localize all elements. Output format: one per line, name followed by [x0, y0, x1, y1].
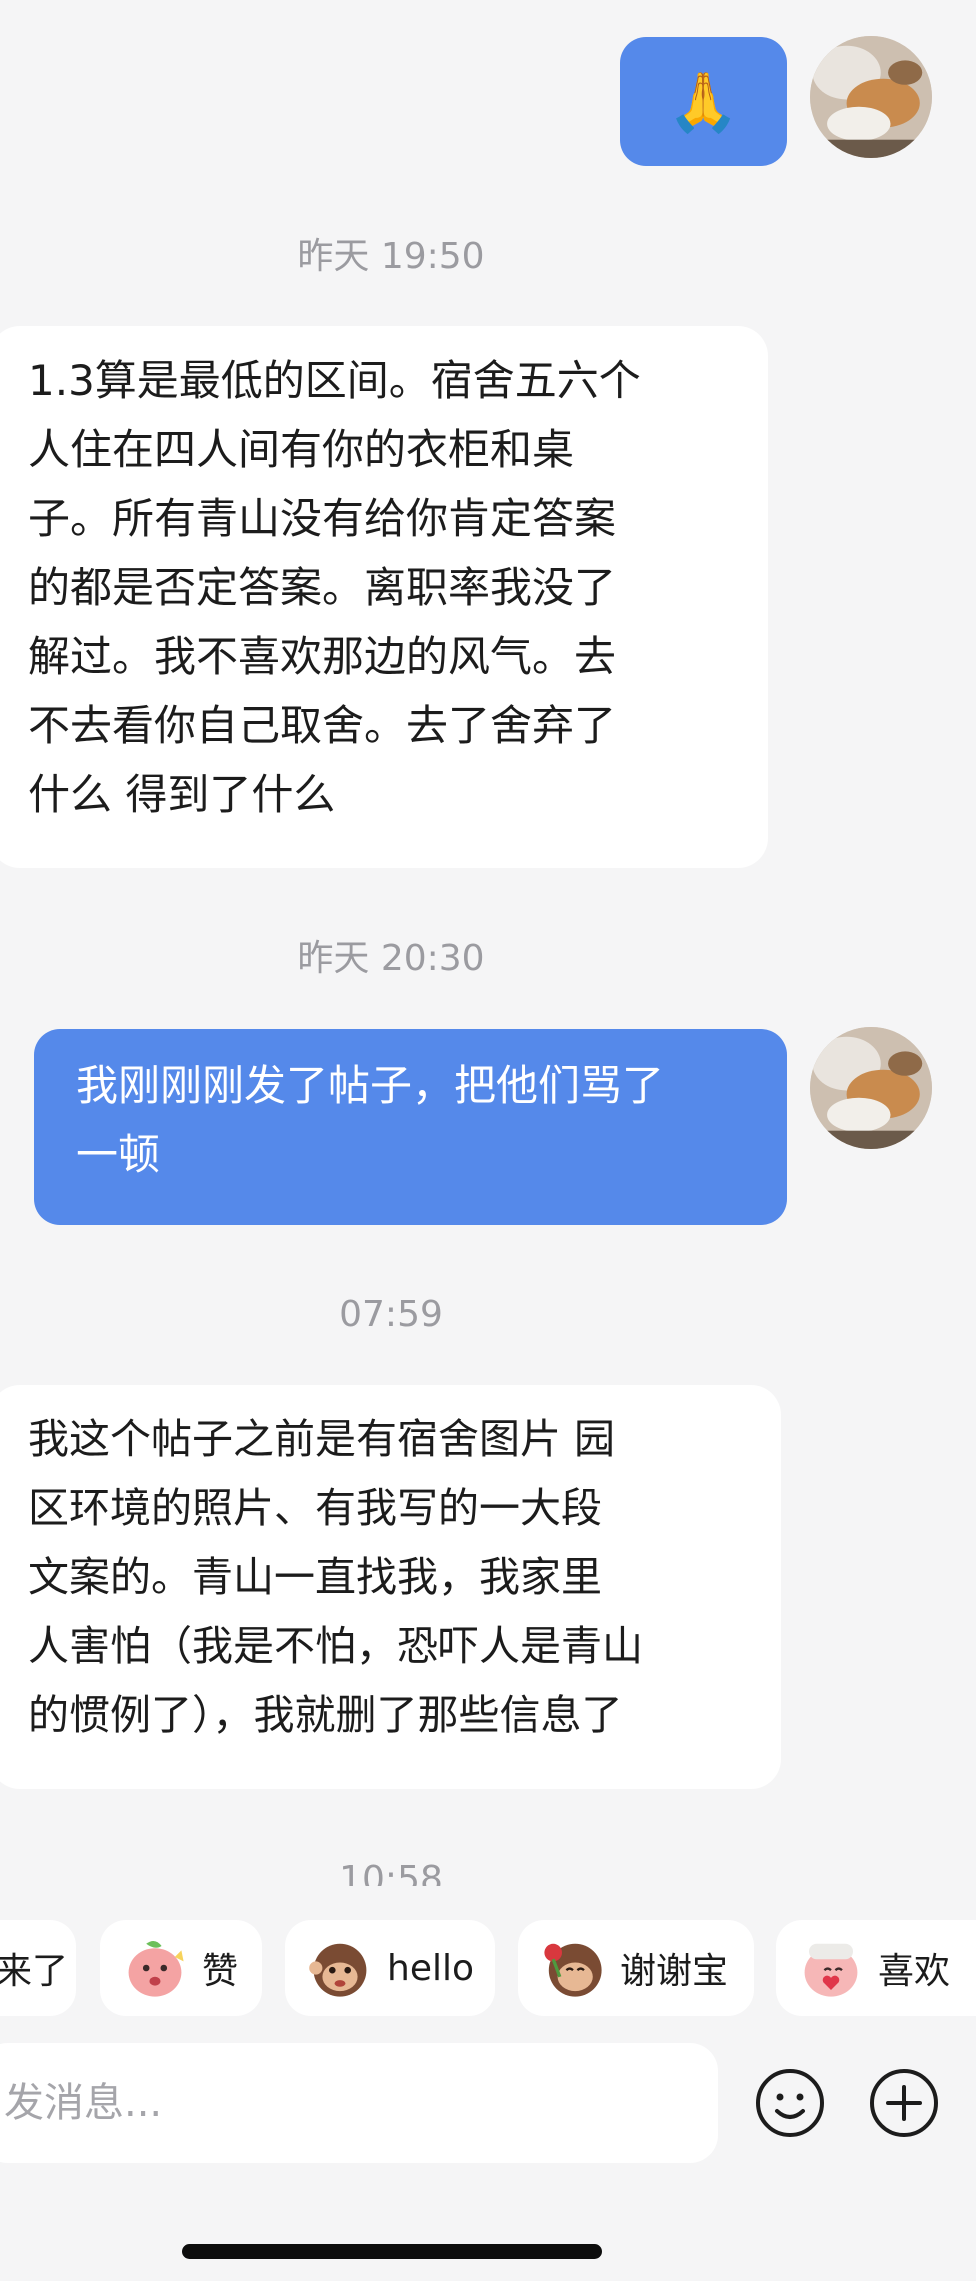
timestamp: 昨天 20:30 — [297, 938, 485, 979]
my-avatar[interactable] — [810, 36, 932, 158]
message-line: 文案的。青山一直找我，我家里 — [28, 1553, 602, 1601]
quick-reply-label: hello — [387, 1947, 474, 1989]
message-line: 1.3算是最低的区间。宿舍五六个 — [28, 356, 641, 405]
avatar-photo-icon — [810, 1027, 932, 1149]
message-line: 人害怕（我是不怕，恐吓人是青山 — [28, 1622, 643, 1670]
outgoing-message-bubble[interactable]: 我刚刚刚发了帖子，把他们骂了 一顿 — [34, 1029, 787, 1225]
quick-reply-label: 喜欢 — [878, 1951, 951, 1992]
message-input[interactable] — [2, 2079, 696, 2127]
message-line: 一顿 — [76, 1130, 161, 1179]
incoming-message-bubble[interactable]: 我这个帖子之前是有宿舍图片 园 区环境的照片、有我写的一大段 文案的。青山一直找… — [0, 1385, 781, 1789]
quick-reply-label: 赞 — [202, 1951, 239, 1992]
praying-hands-emoji: 🙏 — [667, 67, 740, 136]
quick-reply-chip[interactable]: 赞 — [100, 1920, 262, 2016]
incoming-message-bubble[interactable]: 1.3算是最低的区间。宿舍五六个 人住在四人间有你的衣柜和桌 子。所有青山没有给… — [0, 326, 768, 868]
quick-reply-chip[interactable]: 来了 — [0, 1920, 76, 2016]
emoji-button[interactable] — [754, 2067, 826, 2139]
outgoing-message-bubble[interactable]: 🙏 — [620, 37, 787, 166]
quick-reply-chip[interactable]: 谢谢宝 — [518, 1920, 754, 2016]
smiley-icon — [756, 2069, 824, 2137]
timestamp: 昨天 19:50 — [297, 236, 485, 277]
quick-reply-label: 来了 — [0, 1951, 69, 1992]
monkey-sticker-icon — [307, 1935, 373, 2001]
timestamp: 07:59 — [339, 1294, 443, 1335]
message-line: 的惯例了），我就删了那些信息了 — [28, 1691, 623, 1739]
quick-reply-bar: 来了 赞 hello 谢谢宝 喜欢 — [0, 1886, 976, 2041]
message-line: 的都是否定答案。离职率我没了 — [28, 563, 617, 612]
home-indicator — [182, 2244, 602, 2259]
pink-blob-sticker-icon — [122, 1935, 188, 2001]
message-line: 我刚刚刚发了帖子，把他们骂了 — [76, 1061, 665, 1110]
message-line: 什么 得到了什么 — [28, 770, 336, 819]
more-actions-button[interactable] — [868, 2067, 940, 2139]
message-line: 人住在四人间有你的衣柜和桌 — [28, 425, 575, 474]
message-line: 我这个帖子之前是有宿舍图片 园 — [28, 1415, 616, 1463]
message-line: 不去看你自己取舍。去了舍弃了 — [28, 701, 617, 750]
message-input-container[interactable] — [0, 2043, 718, 2163]
my-avatar[interactable] — [810, 1027, 932, 1149]
pink-blob-heart-sticker-icon — [798, 1935, 864, 2001]
quick-reply-chip[interactable]: hello — [285, 1920, 495, 2016]
plus-circle-icon — [870, 2069, 938, 2137]
monkey-rose-sticker-icon — [540, 1935, 606, 2001]
quick-reply-label: 谢谢宝 — [620, 1951, 729, 1992]
message-line: 区环境的照片、有我写的一大段 — [28, 1484, 602, 1532]
quick-reply-chip[interactable]: 喜欢 — [776, 1920, 976, 2016]
avatar-photo-icon — [810, 36, 932, 158]
message-line: 解过。我不喜欢那边的风气。去 — [28, 632, 617, 681]
message-line: 子。所有青山没有给你肯定答案 — [28, 494, 617, 543]
